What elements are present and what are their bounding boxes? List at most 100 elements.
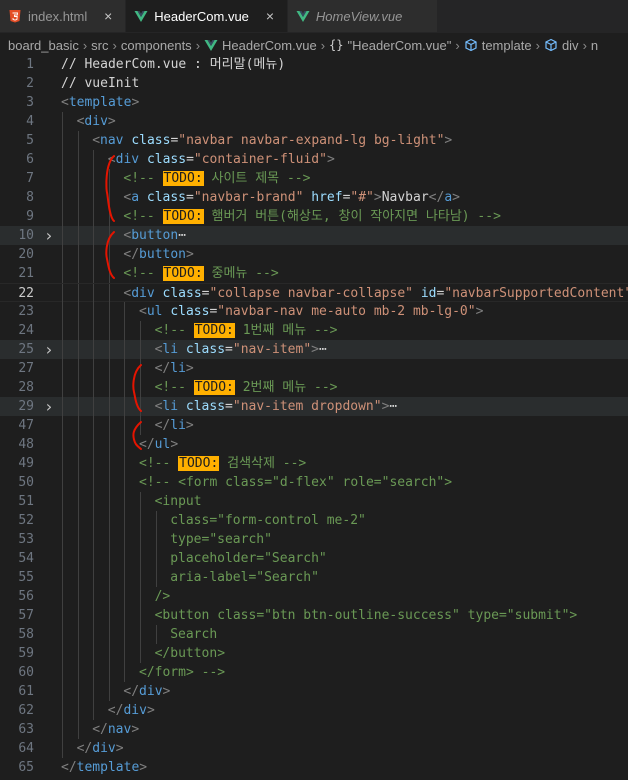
indent-guide: [108, 492, 110, 511]
code-line[interactable]: 61 </div>: [0, 682, 628, 701]
line-number: 28: [18, 380, 34, 395]
token: <: [92, 133, 101, 148]
code-line[interactable]: 55 aria-label="Search": [0, 568, 628, 587]
code-line[interactable]: 6 <div class="container-fluid">: [0, 150, 628, 169]
breadcrumb-item[interactable]: components: [121, 38, 192, 53]
tab-1[interactable]: HeaderCom.vue ×: [126, 0, 288, 32]
token: 검색삭제 -->: [219, 456, 307, 471]
code-text: aria-label="Search": [170, 568, 319, 587]
indent-guide: [108, 397, 110, 416]
indent-guide: [77, 568, 79, 587]
indent-guide: [62, 150, 63, 169]
code-line[interactable]: 3 <template>: [0, 93, 628, 112]
token: >: [326, 152, 335, 167]
code-line[interactable]: 59 </button>: [0, 644, 628, 663]
code-line[interactable]: 5 <nav class="navbar navbar-expand-lg bg-…: [0, 131, 628, 150]
code-line[interactable]: 52 class="form-control me-2": [0, 511, 628, 530]
breadcrumb-item[interactable]: n: [591, 38, 598, 53]
code-line[interactable]: 57 <button class="btn btn-outline-success…: [0, 606, 628, 625]
code-line[interactable]: 49 <!-- TODO: 검색삭제 -->: [0, 454, 628, 473]
indent-guide: [93, 530, 95, 549]
line-number: 50: [18, 475, 34, 490]
code-line[interactable]: 53 type="search": [0, 530, 628, 549]
code-line[interactable]: 65 </template>: [0, 758, 628, 777]
code-editor[interactable]: 1 // HeaderCom.vue : 머리말(메뉴) 2 // vueInit 3 <…: [0, 55, 628, 780]
code-line[interactable]: 25 › <li class="nav-item">⋯: [0, 340, 628, 359]
code-line[interactable]: 8 <a class="navbar-brand" href="#">Navbar…: [0, 188, 628, 207]
code-line[interactable]: 51 <input: [0, 492, 628, 511]
fold-chevron-icon[interactable]: ›: [44, 340, 56, 359]
breadcrumb-item[interactable]: HeaderCom.vue: [222, 38, 317, 53]
indent-guide: [62, 606, 63, 625]
code-line[interactable]: 64 </div>: [0, 739, 628, 758]
code-text: type="search": [170, 530, 272, 549]
breadcrumb: board_basic › src › components › HeaderCom.vue…: [0, 33, 628, 57]
breadcrumb-item[interactable]: "HeaderCom.vue": [347, 38, 451, 53]
token: <!--: [123, 266, 163, 281]
code-line[interactable]: 63 </nav>: [0, 720, 628, 739]
close-icon[interactable]: ×: [263, 8, 277, 24]
indent-guide: [140, 340, 141, 359]
code-line[interactable]: 21 <!-- TODO: 중메뉴 -->: [0, 264, 628, 283]
breadcrumb-item[interactable]: src: [91, 38, 108, 53]
token: ul: [154, 437, 171, 452]
indent-guide: [77, 606, 79, 625]
indent-guide: [93, 340, 95, 359]
code-text: </div>: [108, 701, 155, 720]
code-line[interactable]: 4 <div>: [0, 112, 628, 131]
indent-guide: [93, 321, 95, 340]
token: <!--: [154, 323, 194, 338]
indent-guide: [124, 530, 126, 549]
indent-guide: [124, 511, 126, 530]
token: </: [154, 418, 171, 433]
token: class: [185, 399, 226, 414]
close-icon[interactable]: ×: [101, 8, 115, 24]
code-line[interactable]: 1 // HeaderCom.vue : 머리말(메뉴): [0, 55, 628, 74]
fold-chevron-icon[interactable]: ›: [44, 226, 56, 245]
indent-guide: [108, 321, 110, 340]
indent-guide: [124, 340, 126, 359]
indent-guide: [62, 701, 63, 720]
line-number: 47: [18, 418, 34, 433]
code-line[interactable]: 60 </form> -->: [0, 663, 628, 682]
code-line[interactable]: 29 › <li class="nav-item dropdown">⋯: [0, 397, 628, 416]
indent-guide: [155, 530, 157, 549]
code-line[interactable]: 9 <!-- TODO: 햄버거 버튼(해상도, 창이 작아지면 나타남) -->: [0, 207, 628, 226]
token: nav: [100, 133, 124, 148]
token: template: [76, 760, 140, 775]
code-line[interactable]: 56 />: [0, 587, 628, 606]
line-number: 22: [18, 286, 34, 301]
code-line[interactable]: 22 <div class="collapse navbar-collapse" …: [0, 283, 628, 303]
code-line[interactable]: 62 </div>: [0, 701, 628, 720]
fold-chevron-icon[interactable]: ›: [44, 397, 56, 416]
token: aria-label="Search": [170, 570, 319, 585]
code-line[interactable]: 58 Search: [0, 625, 628, 644]
code-line[interactable]: 20 </button>: [0, 245, 628, 264]
code-line[interactable]: 50 <!-- <form class="d-flex" role="search…: [0, 473, 628, 492]
code-line[interactable]: 23 <ul class="navbar-nav me-auto mb-2 mb-…: [0, 302, 628, 321]
code-line[interactable]: 7 <!-- TODO: 사이트 제목 -->: [0, 169, 628, 188]
breadcrumb-item[interactable]: div: [562, 38, 579, 53]
code-line[interactable]: 24 <!-- TODO: 1번째 메뉴 -->: [0, 321, 628, 340]
code-text: </ul>: [139, 435, 178, 454]
code-text: <template>: [61, 93, 139, 112]
tab-0[interactable]: index.html ×: [0, 0, 127, 32]
code-line[interactable]: 27 </li>: [0, 359, 628, 378]
line-number: 3: [26, 95, 34, 110]
indent-guide: [124, 587, 126, 606]
indent-guide: [124, 568, 126, 587]
code-line[interactable]: 10 › <button⋯: [0, 226, 628, 245]
breadcrumb-item[interactable]: board_basic: [8, 38, 79, 53]
code-text: <a class="navbar-brand" href="#">Navbar<…: [123, 188, 460, 207]
indent-guide: [62, 169, 63, 188]
line-number: 29: [18, 399, 34, 414]
code-line[interactable]: 28 <!-- TODO: 2번째 메뉴 -->: [0, 378, 628, 397]
tab-2[interactable]: HomeView.vue: [287, 0, 438, 32]
code-line[interactable]: 54 placeholder="Search": [0, 549, 628, 568]
code-line[interactable]: 47 </li>: [0, 416, 628, 435]
token: >: [170, 437, 179, 452]
breadcrumb-item[interactable]: template: [482, 38, 532, 53]
code-line[interactable]: 2 // vueInit: [0, 74, 628, 93]
code-line[interactable]: 48 </ul>: [0, 435, 628, 454]
